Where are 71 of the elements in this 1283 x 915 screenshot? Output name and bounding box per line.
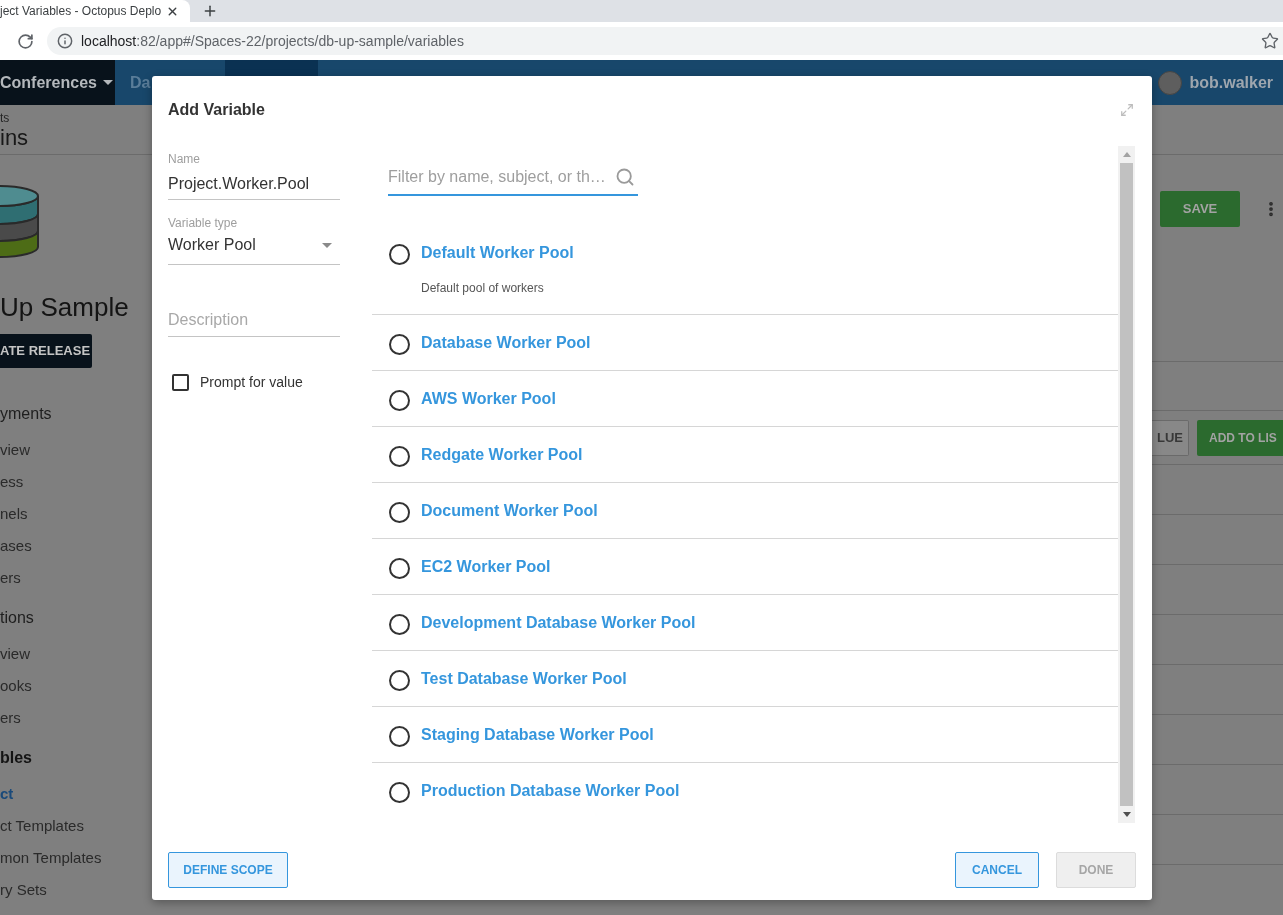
project-name: Up Sample bbox=[0, 291, 129, 323]
pool-name[interactable]: EC2 Worker Pool bbox=[421, 555, 551, 578]
pool-name[interactable]: Default Worker Pool bbox=[421, 241, 574, 264]
breadcrumb-link[interactable]: ts bbox=[0, 111, 10, 125]
nav-link[interactable]: ry Sets bbox=[0, 874, 47, 906]
space-selector[interactable]: Conferences bbox=[0, 60, 115, 105]
cancel-button[interactable]: CANCEL bbox=[955, 852, 1039, 888]
radio-button[interactable] bbox=[389, 725, 410, 747]
scrollbar-track[interactable] bbox=[1118, 146, 1135, 823]
nav-link[interactable]: ct bbox=[0, 778, 14, 810]
filter-field[interactable]: Filter by name, subject, or th… bbox=[388, 160, 638, 196]
nav-link[interactable]: mon Templates bbox=[0, 842, 102, 874]
scrollbar-thumb[interactable] bbox=[1120, 163, 1133, 806]
radio-button[interactable] bbox=[389, 613, 410, 635]
field-label: Name bbox=[168, 152, 200, 166]
nav-link[interactable]: ooks bbox=[0, 670, 32, 702]
radio-button[interactable] bbox=[389, 501, 410, 523]
nav-section-title[interactable]: tions bbox=[0, 602, 34, 634]
dropdown-caret-icon bbox=[322, 242, 332, 248]
address-bar[interactable]: localhost:82/app#/Spaces-22/projects/db-up-sample/variables bbox=[47, 27, 1283, 55]
name-field[interactable]: Name Project.Worker.Pool bbox=[168, 152, 340, 200]
nav-link[interactable]: nels bbox=[0, 498, 28, 530]
pool-name[interactable]: Redgate Worker Pool bbox=[421, 443, 583, 466]
pool-name[interactable]: AWS Worker Pool bbox=[421, 387, 556, 410]
scroll-down-arrow-icon bbox=[1122, 812, 1131, 817]
pool-name[interactable]: Production Database Worker Pool bbox=[421, 779, 680, 802]
user-menu[interactable]: bob.walker bbox=[1189, 70, 1273, 95]
browser-tab[interactable]: ject Variables - Octopus Deplo bbox=[0, 0, 190, 22]
checkbox[interactable] bbox=[172, 373, 189, 391]
nav-link[interactable]: view bbox=[0, 638, 30, 670]
nav-link[interactable]: ct Templates bbox=[0, 810, 84, 842]
value-button[interactable]: LUE bbox=[1152, 419, 1189, 456]
radio-button[interactable] bbox=[389, 669, 410, 691]
pool-description: Default pool of workers bbox=[421, 280, 544, 297]
scroll-up-arrow-icon bbox=[1122, 152, 1131, 157]
description-field[interactable]: Description bbox=[168, 308, 340, 337]
pool-name[interactable]: Development Database Worker Pool bbox=[421, 611, 696, 634]
database-stack-icon bbox=[0, 184, 42, 260]
nav-section-title[interactable]: bles bbox=[0, 742, 32, 774]
save-button[interactable]: SAVE bbox=[1160, 191, 1240, 227]
reload-icon[interactable] bbox=[17, 32, 34, 50]
radio-button[interactable] bbox=[389, 333, 410, 355]
nav-section-title[interactable]: yments bbox=[0, 398, 52, 430]
create-release-button[interactable]: ATE RELEASE bbox=[0, 334, 92, 368]
dialog-title: Add Variable bbox=[168, 100, 265, 120]
pool-name[interactable]: Test Database Worker Pool bbox=[421, 667, 627, 690]
add-to-list-button[interactable]: ADD TO LIS bbox=[1197, 419, 1283, 456]
define-scope-button[interactable]: DEFINE SCOPE bbox=[168, 852, 288, 888]
search-icon[interactable] bbox=[615, 167, 635, 187]
nav-link[interactable]: ers bbox=[0, 702, 21, 734]
radio-button[interactable] bbox=[389, 445, 410, 467]
nav-link[interactable]: ess bbox=[0, 466, 24, 498]
url-text[interactable]: localhost:82/app#/Spaces-22/projects/db-up-sample/variables bbox=[81, 30, 464, 52]
info-icon[interactable] bbox=[57, 33, 73, 49]
radio-button[interactable] bbox=[389, 243, 410, 265]
field-label: Variable type bbox=[168, 216, 238, 230]
new-tab-icon[interactable] bbox=[202, 3, 218, 19]
radio-button[interactable] bbox=[389, 389, 410, 411]
nav-link[interactable]: view bbox=[0, 434, 30, 466]
nav-link[interactable]: ases bbox=[0, 530, 32, 562]
checkbox-label[interactable]: Prompt for value bbox=[200, 371, 303, 393]
nav-link[interactable]: ers bbox=[0, 562, 21, 594]
pool-name[interactable]: Staging Database Worker Pool bbox=[421, 723, 654, 746]
variable-type-select[interactable]: Variable type Worker Pool bbox=[168, 216, 340, 265]
pool-name[interactable]: Document Worker Pool bbox=[421, 499, 598, 522]
page-title: ins bbox=[0, 125, 29, 151]
radio-button[interactable] bbox=[389, 557, 410, 579]
pool-name[interactable]: Database Worker Pool bbox=[421, 331, 591, 354]
bookmark-star-icon[interactable] bbox=[1261, 32, 1279, 50]
radio-button[interactable] bbox=[389, 781, 410, 803]
caret-icon bbox=[102, 80, 113, 85]
